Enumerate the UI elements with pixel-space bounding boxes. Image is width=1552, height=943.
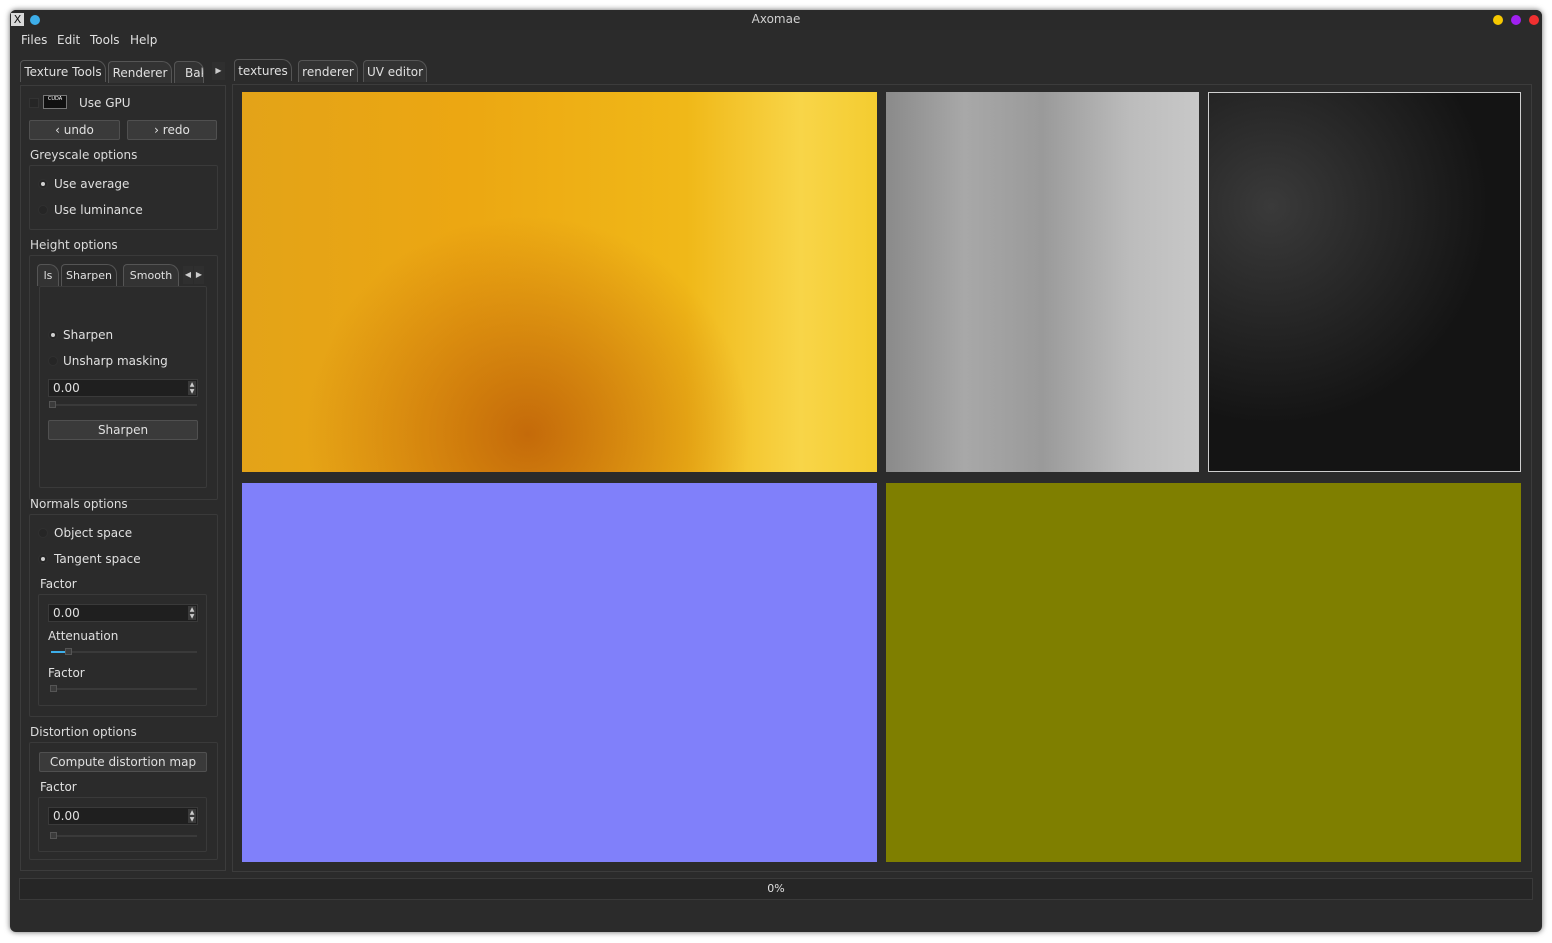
greyscale-texture-image[interactable] [886,92,1199,472]
cuda-icon: CUDA [43,95,67,109]
maximize-button[interactable] [1511,15,1521,25]
use-luminance-radio[interactable] [38,205,48,215]
sharpen-radio[interactable] [48,330,58,340]
tab-scroll-right-icon[interactable]: ▶ [212,62,225,80]
height-tab-left-icon[interactable]: ◀ [183,266,193,284]
normals-factor-value: 0.00 [53,606,80,620]
minimize-button[interactable] [1493,15,1503,25]
use-average-label: Use average [54,177,130,191]
distortion-factor-value: 0.00 [53,809,80,823]
tab-renderer[interactable]: renderer [298,60,358,82]
tab-uv-editor[interactable]: UV editor [363,60,427,82]
menu-bar: Files Edit Tools Help [10,30,1542,50]
distortion-factor-spinbox[interactable]: 0.00 ▲ ▼ [48,807,198,825]
sharpen-button[interactable]: Sharpen [48,420,198,440]
app-window: X Axomae Files Edit Tools Help Texture T… [10,10,1542,932]
menu-edit[interactable]: Edit [57,33,80,47]
menu-help[interactable]: Help [130,33,157,47]
spin-arrows-icon[interactable]: ▲ ▼ [188,606,196,620]
normals-options-title: Normals options [30,497,128,511]
distortion-options-title: Distortion options [30,725,137,739]
height-options-title: Height options [30,238,118,252]
compute-distortion-map-button[interactable]: Compute distortion map [39,752,207,772]
window-title: Axomae [751,12,801,26]
distortion-factor-slider-handle[interactable] [50,832,57,839]
spin-arrows-icon[interactable]: ▲ ▼ [188,381,196,395]
unsharp-masking-label: Unsharp masking [63,354,168,368]
use-gpu-checkbox[interactable] [29,98,39,108]
use-gpu-label: Use GPU [79,96,131,110]
object-space-radio[interactable] [38,528,48,538]
sharpen-slider-handle[interactable] [49,401,56,408]
sharpen-slider[interactable] [51,404,197,406]
sharpen-value-spinbox[interactable]: 0.00 ▲ ▼ [48,379,198,397]
sharpen-value: 0.00 [53,381,80,395]
object-space-label: Object space [54,526,133,540]
normals-factor-label: Factor [40,577,77,591]
height-tab-right-icon[interactable]: ▶ [194,266,204,284]
redo-button[interactable]: › redo [127,120,217,140]
attenuation-slider-handle[interactable] [65,648,72,655]
tab-textures[interactable]: textures [234,59,292,81]
tangent-space-label: Tangent space [54,552,141,566]
tangent-space-radio[interactable] [38,554,48,564]
title-bar: X Axomae [10,10,1542,30]
height-tab-sharpen[interactable]: Sharpen [61,264,117,286]
spin-arrows-icon[interactable]: ▲ ▼ [188,809,196,823]
undo-button[interactable]: ‹ undo [29,120,120,140]
tab-texture-tools[interactable]: Texture Tools [20,60,106,82]
normals-factor2-label: Factor [48,666,85,680]
diffuse-texture-image[interactable] [242,92,877,472]
height-tab-smooth[interactable]: Smooth [123,264,179,286]
use-average-radio[interactable] [38,179,48,189]
greyscale-options-group [29,165,218,230]
tab-bake[interactable]: Bak [174,61,204,83]
attenuation-label: Attenuation [48,629,119,643]
distortion-factor-label: Factor [40,780,77,794]
use-luminance-label: Use luminance [54,203,143,217]
greyscale-options-title: Greyscale options [30,148,138,162]
menu-files[interactable]: Files [21,33,47,47]
close-button[interactable] [1529,15,1539,25]
unsharp-masking-radio[interactable] [48,356,58,366]
normals-factor-spinbox[interactable]: 0.00 ▲ ▼ [48,604,198,622]
height-texture-image[interactable] [1208,92,1521,472]
normal-map-image[interactable] [242,483,877,862]
height-tab-prev[interactable]: ls [37,264,59,286]
normals-factor-slider[interactable] [51,688,197,690]
distortion-factor-slider[interactable] [51,835,197,837]
sharpen-radio-label: Sharpen [63,328,114,342]
distortion-map-image[interactable] [886,483,1521,862]
normals-factor-slider-handle[interactable] [50,685,57,692]
attenuation-slider[interactable] [51,651,197,653]
progress-bar: 0% [19,878,1533,900]
texture-tools-panel: CUDA Use GPU ‹ undo › redo Greyscale opt… [20,85,226,871]
tab-renderer-left[interactable]: Renderer [108,61,172,83]
menu-tools[interactable]: Tools [90,33,120,47]
